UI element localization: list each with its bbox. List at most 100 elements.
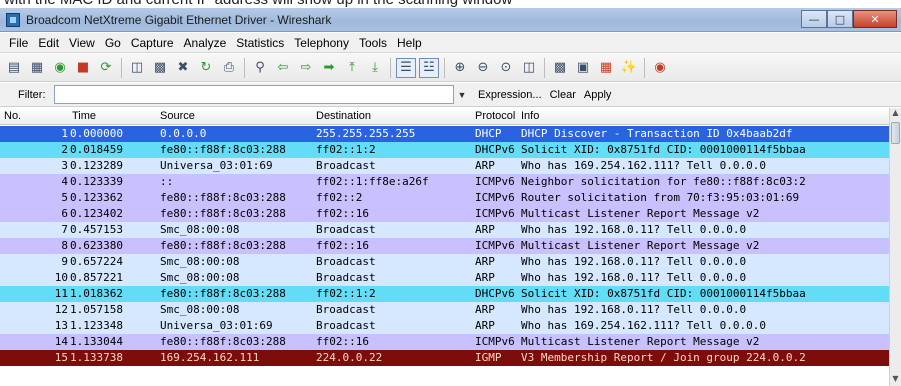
filter-dropdown-icon[interactable]: ▼ — [454, 90, 470, 100]
go-forward-icon[interactable]: ⇨ — [296, 58, 316, 78]
menu-statistics[interactable]: Statistics — [231, 36, 289, 50]
packet-row[interactable]: 9 0.657224 Smc_08:00:08 Broadcast ARP Who has… — [0, 254, 889, 270]
apply-button[interactable]: Apply — [584, 89, 612, 101]
open-file-icon[interactable]: ◫ — [127, 58, 147, 78]
packet-time: 0.123362 — [70, 191, 123, 204]
packet-protocol: ICMPv6 — [475, 335, 515, 348]
title-bar[interactable]: Broadcom NetXtreme Gigabit Ethernet Driv… — [0, 8, 901, 32]
go-back-icon[interactable]: ⇦ — [273, 58, 293, 78]
packet-row[interactable]: 1 0.000000 0.0.0.0 255.255.255.255 DHCP DHCP … — [0, 126, 889, 142]
packet-row[interactable]: 11 1.018362 fe80::f88f:8c03:288 ff02::1:2 DH… — [0, 286, 889, 302]
column-header-protocol[interactable]: Protocol — [475, 110, 515, 122]
packet-row[interactable]: 3 0.123289 Universa_03:01:69 Broadcast ARP Wh… — [0, 158, 889, 174]
preferences-icon[interactable]: ✨ — [619, 58, 639, 78]
packet-info: Multicast Listener Report Message v2 — [521, 239, 760, 252]
maximize-button[interactable]: □ — [827, 10, 853, 28]
column-header-time[interactable]: Time — [72, 110, 96, 122]
menu-telephony[interactable]: Telephony — [289, 36, 354, 50]
packet-source: Smc_08:00:08 — [160, 223, 240, 236]
packet-source: fe80::f88f:8c03:288 — [160, 287, 286, 300]
packet-list-header: No. Time Source Destination Protocol Inf… — [0, 108, 889, 125]
menu-file[interactable]: File — [4, 36, 33, 50]
colorize-icon[interactable]: ☰ — [396, 57, 416, 78]
capture-filters-icon[interactable]: ▩ — [550, 58, 570, 78]
packet-destination: ff02::2 — [316, 191, 363, 204]
packet-info: Multicast Listener Report Message v2 — [521, 207, 760, 220]
start-capture-icon[interactable]: ◉ — [50, 58, 70, 78]
save-file-icon[interactable]: ▩ — [150, 58, 170, 78]
menu-analyze[interactable]: Analyze — [179, 36, 232, 50]
packet-time: 0.123339 — [70, 175, 123, 188]
window-title: Broadcom NetXtreme Gigabit Ethernet Driv… — [26, 13, 332, 27]
stop-capture-icon[interactable]: ■ — [73, 58, 93, 78]
packet-row[interactable]: 10 0.857221 Smc_08:00:08 Broadcast ARP Who ha… — [0, 270, 889, 286]
menu-go[interactable]: Go — [100, 36, 126, 50]
packet-row[interactable]: 7 0.457153 Smc_08:00:08 Broadcast ARP Who has… — [0, 222, 889, 238]
packet-time: 1.133044 — [70, 335, 123, 348]
zoom-out-icon[interactable]: ⊖ — [473, 58, 493, 78]
packet-protocol: ICMPv6 — [475, 175, 515, 188]
menu-tools[interactable]: Tools — [354, 36, 392, 50]
scroll-up-icon[interactable]: ▲ — [890, 108, 901, 120]
packet-destination: ff02::1:ff8e:a26f — [316, 175, 429, 188]
minimize-button[interactable]: — — [801, 10, 827, 28]
packet-row[interactable]: 6 0.123402 fe80::f88f:8c03:288 ff02::16 ICMP… — [0, 206, 889, 222]
reload-icon[interactable]: ↻ — [196, 58, 216, 78]
packet-destination: ff02::16 — [316, 239, 369, 252]
toolbar-separator — [390, 57, 391, 78]
packet-info: Who has 169.254.162.111? Tell 0.0.0.0 — [521, 159, 767, 172]
packet-row[interactable]: 13 1.123348 Universa_03:01:69 Broadcast ARP W… — [0, 318, 889, 334]
interface-list-icon[interactable]: ▤ — [4, 58, 24, 78]
background-caption: with the MAC ID and current IP address w… — [0, 0, 901, 8]
column-header-no[interactable]: No. — [4, 110, 21, 122]
clear-button[interactable]: Clear — [550, 89, 576, 101]
filter-input[interactable] — [54, 85, 454, 104]
restart-capture-icon[interactable]: ⟳ — [96, 58, 116, 78]
column-header-source[interactable]: Source — [160, 110, 195, 122]
capture-options-icon[interactable]: ▦ — [27, 58, 47, 78]
packet-row[interactable]: 15 1.133738 169.254.162.111 224.0.0.22 IGMP V… — [0, 350, 889, 366]
packet-row[interactable]: 14 1.133044 fe80::f88f:8c03:288 ff02::16 ICM… — [0, 334, 889, 350]
column-header-destination[interactable]: Destination — [316, 110, 371, 122]
display-filters-icon[interactable]: ▣ — [573, 58, 593, 78]
zoom-in-icon[interactable]: ⊕ — [450, 58, 470, 78]
packet-protocol: ARP — [475, 319, 495, 332]
resize-columns-icon[interactable]: ◫ — [519, 58, 539, 78]
packet-row[interactable]: 8 0.623380 fe80::f88f:8c03:288 ff02::16 ICMP… — [0, 238, 889, 254]
menu-capture[interactable]: Capture — [126, 36, 179, 50]
go-last-icon[interactable]: ⤓ — [365, 58, 385, 78]
expression-button[interactable]: Expression... — [478, 89, 542, 101]
packet-time: 0.857221 — [70, 271, 123, 284]
print-icon[interactable]: ⎙ — [219, 58, 239, 78]
vertical-scrollbar[interactable]: ▲ ▼ — [889, 108, 901, 386]
main-toolbar: ▤ ▦ ◉ ■ ⟳ ◫ ▩ ✖ ↻ ⎙ ⚲ ⇦ ⇨ ➡ ⤒ ⤓ ☰ ☳ ⊕ ⊖ … — [0, 54, 901, 82]
packet-protocol: DHCPv6 — [475, 287, 515, 300]
go-to-packet-icon[interactable]: ➡ — [319, 58, 339, 78]
toolbar-separator — [444, 57, 445, 78]
go-first-icon[interactable]: ⤒ — [342, 58, 362, 78]
packet-destination: Broadcast — [316, 159, 376, 172]
packet-no: 3 — [61, 159, 68, 172]
scrollbar-thumb[interactable] — [891, 122, 900, 144]
menu-edit[interactable]: Edit — [33, 36, 64, 50]
packet-row[interactable]: 2 0.018459 fe80::f88f:8c03:288 ff02::1:2 DHC… — [0, 142, 889, 158]
auto-scroll-icon[interactable]: ☳ — [419, 57, 439, 78]
column-header-info[interactable]: Info — [521, 110, 539, 122]
help-icon[interactable]: ◉ — [650, 58, 670, 78]
packet-destination: Broadcast — [316, 255, 376, 268]
packet-list[interactable]: No. Time Source Destination Protocol Inf… — [0, 108, 901, 386]
menu-help[interactable]: Help — [392, 36, 427, 50]
scroll-down-icon[interactable]: ▼ — [890, 374, 901, 386]
packet-info: V3 Membership Report / Join group 224.0.… — [521, 351, 806, 364]
packet-row[interactable]: 5 0.123362 fe80::f88f:8c03:288 ff02::2 ICMPv… — [0, 190, 889, 206]
find-packet-icon[interactable]: ⚲ — [250, 58, 270, 78]
close-button[interactable]: ✕ — [853, 10, 897, 28]
packet-row[interactable]: 12 1.057158 Smc_08:00:08 Broadcast ARP Who ha… — [0, 302, 889, 318]
coloring-rules-icon[interactable]: ▦ — [596, 58, 616, 78]
normal-size-icon[interactable]: ⊙ — [496, 58, 516, 78]
menu-view[interactable]: View — [64, 36, 100, 50]
packet-row[interactable]: 4 0.123339:: ff02::1:ff8e:a26f ICMPv6 Neighb… — [0, 174, 889, 190]
packet-time: 0.018459 — [70, 143, 123, 156]
packet-time: 1.018362 — [70, 287, 123, 300]
close-file-icon[interactable]: ✖ — [173, 58, 193, 78]
